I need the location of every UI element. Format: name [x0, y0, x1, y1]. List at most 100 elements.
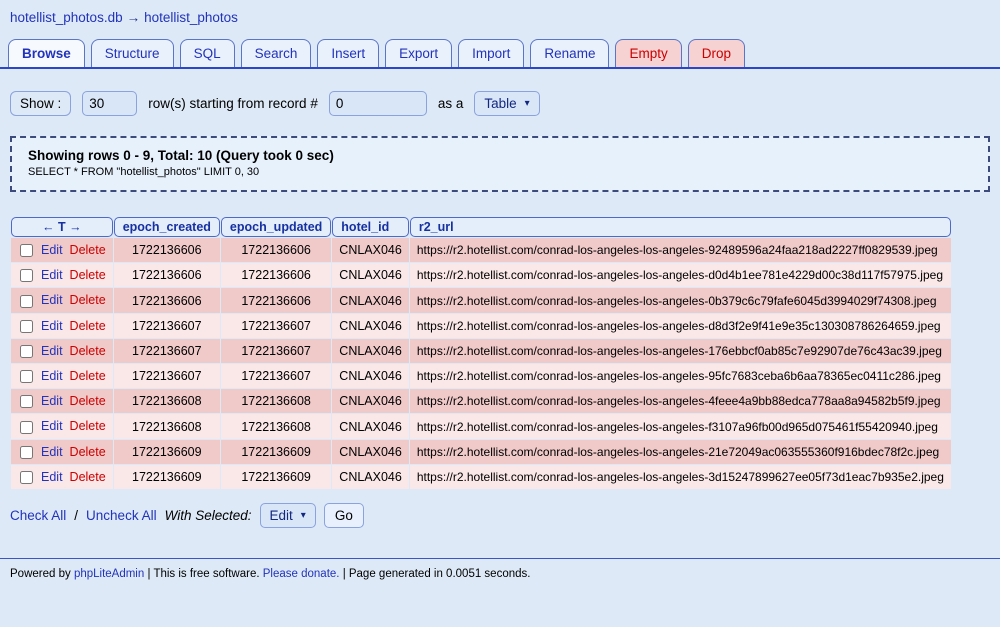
go-button[interactable]: Go — [323, 503, 364, 529]
delete-link[interactable]: Delete — [70, 394, 106, 408]
tab-export[interactable]: Export — [385, 39, 453, 67]
delete-link[interactable]: Delete — [70, 243, 106, 257]
cell-epoch_updated: 1722136608 — [220, 389, 332, 414]
row-actions-cell: Edit Delete — [11, 364, 113, 389]
tab-rename[interactable]: Rename — [530, 39, 610, 67]
column-shift-header[interactable]: ← T → — [11, 217, 113, 237]
as-a-text: as a — [437, 96, 464, 111]
tab-browse[interactable]: Browse — [8, 39, 85, 67]
row-actions-cell: Edit Delete — [11, 464, 113, 490]
cell-epoch_updated: 1722136607 — [220, 338, 332, 364]
edit-link[interactable]: Edit — [41, 419, 63, 433]
row-select-checkbox[interactable] — [20, 370, 33, 384]
edit-link[interactable]: Edit — [41, 445, 63, 459]
table-row: Edit Delete 1722136608 1722136608 CNLAX046 ht… — [11, 414, 951, 439]
delete-link[interactable]: Delete — [70, 344, 106, 358]
with-selected-select[interactable]: Edit ▾ — [259, 503, 316, 529]
cell-epoch_updated: 1722136607 — [220, 364, 332, 389]
edit-link[interactable]: Edit — [41, 319, 63, 333]
column-header-epoch-updated[interactable]: epoch_updated — [220, 217, 332, 237]
breadcrumb: hotellist_photos.db → hotellist_photos — [0, 0, 1000, 27]
tab-search[interactable]: Search — [240, 39, 312, 67]
row-actions-cell: Edit Delete — [11, 389, 113, 414]
table-row: Edit Delete 1722136608 1722136608 CNLAX046 ht… — [11, 389, 951, 414]
query-summary: Showing rows 0 - 9, Total: 10 (Query too… — [28, 148, 334, 163]
uncheck-all-link[interactable]: Uncheck All — [86, 508, 157, 523]
rows-count-input[interactable] — [82, 91, 138, 116]
table-row: Edit Delete 1722136607 1722136607 CNLAX046 ht… — [11, 338, 951, 364]
tab-sql[interactable]: SQL — [179, 39, 235, 67]
cell-epoch_updated: 1722136607 — [220, 313, 332, 338]
row-select-checkbox[interactable] — [20, 269, 33, 283]
delete-link[interactable]: Delete — [70, 419, 106, 433]
row-select-checkbox[interactable] — [20, 244, 33, 258]
edit-link[interactable]: Edit — [41, 293, 63, 307]
cell-r2_url: https://r2.hotellist.com/conrad-los-ange… — [409, 338, 951, 364]
edit-link[interactable]: Edit — [41, 268, 63, 282]
delete-link[interactable]: Delete — [70, 369, 106, 383]
tab-insert[interactable]: Insert — [317, 39, 380, 67]
delete-link[interactable]: Delete — [70, 293, 106, 307]
delete-link[interactable]: Delete — [70, 445, 106, 459]
delete-link[interactable]: Delete — [70, 319, 106, 333]
tab-structure[interactable]: Structure — [90, 39, 174, 67]
edit-link[interactable]: Edit — [41, 394, 63, 408]
row-select-checkbox[interactable] — [20, 445, 33, 459]
tab-import[interactable]: Import — [458, 39, 525, 67]
with-selected-label: With Selected: — [164, 508, 252, 524]
edit-link[interactable]: Edit — [41, 344, 63, 358]
row-actions-cell: Edit Delete — [11, 414, 113, 439]
row-select-checkbox[interactable] — [20, 294, 33, 308]
breadcrumb-db-link[interactable]: hotellist_photos.db — [10, 10, 123, 25]
with-selected-controls: Check All / Uncheck All With Selected: E… — [10, 503, 990, 529]
tab-drop[interactable]: Drop — [687, 39, 745, 67]
cell-r2_url: https://r2.hotellist.com/conrad-los-ange… — [409, 313, 951, 338]
cell-epoch_created: 1722136607 — [113, 364, 220, 389]
row-select-checkbox[interactable] — [20, 395, 33, 409]
delete-link[interactable]: Delete — [70, 268, 106, 282]
footer-powered-text: Powered by — [10, 568, 71, 581]
row-select-checkbox[interactable] — [20, 345, 33, 359]
donate-link[interactable]: Please donate. — [263, 568, 340, 580]
edit-link[interactable]: Edit — [41, 243, 63, 257]
cell-hotel_id: CNLAX046 — [332, 389, 409, 414]
with-selected-value: Edit — [269, 508, 293, 524]
breadcrumb-table-link[interactable]: hotellist_photos — [144, 10, 238, 25]
cell-r2_url: https://r2.hotellist.com/conrad-los-ange… — [409, 288, 951, 313]
footer: Powered by phpLiteAdmin | This is free s… — [0, 559, 1000, 589]
query-box: Showing rows 0 - 9, Total: 10 (Query too… — [10, 136, 990, 192]
column-header-hotel-id[interactable]: hotel_id — [332, 217, 409, 237]
table-header-row: ← T → epoch_created epoch_updated hotel_… — [11, 217, 951, 237]
edit-link[interactable]: Edit — [41, 470, 63, 484]
delete-link[interactable]: Delete — [70, 470, 106, 484]
check-all-link[interactable]: Check All — [10, 508, 66, 523]
view-select[interactable]: Table ▾ — [474, 91, 540, 116]
cell-epoch_created: 1722136608 — [113, 389, 220, 414]
cell-r2_url: https://r2.hotellist.com/conrad-los-ange… — [409, 364, 951, 389]
row-select-checkbox[interactable] — [20, 420, 33, 434]
row-actions-cell: Edit Delete — [11, 439, 113, 464]
edit-link[interactable]: Edit — [41, 369, 63, 383]
chevron-down-icon: ▾ — [524, 98, 530, 109]
column-header-epoch-created[interactable]: epoch_created — [113, 217, 220, 237]
phpliteadmin-link[interactable]: phpLiteAdmin — [74, 568, 144, 580]
cell-hotel_id: CNLAX046 — [332, 238, 409, 263]
show-button[interactable]: Show : — [10, 91, 72, 116]
tab-empty[interactable]: Empty — [615, 39, 682, 67]
tab-bar: Browse Structure SQL Search Insert Expor… — [0, 27, 1000, 69]
table-row: Edit Delete 1722136607 1722136607 CNLAX046 ht… — [11, 313, 951, 338]
chevron-down-icon: ▾ — [300, 510, 306, 522]
cell-epoch_created: 1722136607 — [113, 313, 220, 338]
view-select-value: Table — [484, 96, 517, 111]
cell-hotel_id: CNLAX046 — [332, 364, 409, 389]
cell-r2_url: https://r2.hotellist.com/conrad-los-ange… — [409, 439, 951, 464]
column-header-r2-url[interactable]: r2_url — [409, 217, 951, 237]
query-sql: SELECT * FROM "hotellist_photos" LIMIT 0… — [28, 166, 260, 178]
cell-epoch_updated: 1722136606 — [220, 263, 332, 288]
row-select-checkbox[interactable] — [20, 319, 33, 333]
start-record-input[interactable] — [328, 91, 427, 116]
row-actions-cell: Edit Delete — [11, 288, 113, 313]
cell-r2_url: https://r2.hotellist.com/conrad-los-ange… — [409, 263, 951, 288]
table-row: Edit Delete 1722136609 1722136609 CNLAX046 ht… — [11, 464, 951, 490]
row-select-checkbox[interactable] — [20, 471, 33, 485]
